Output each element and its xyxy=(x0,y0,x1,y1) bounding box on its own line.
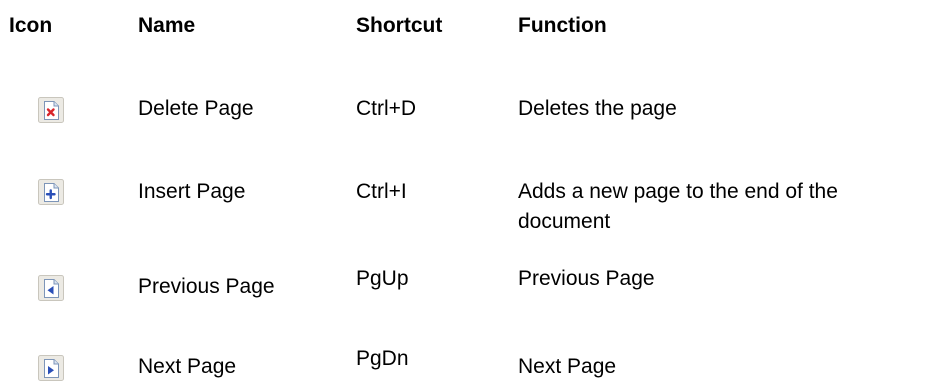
row-shortcut: Ctrl+I xyxy=(356,180,407,203)
header-name: Name xyxy=(138,14,196,37)
row-name: Delete Page xyxy=(138,97,254,120)
row-shortcut: PgDn xyxy=(356,347,409,370)
previous-page-icon xyxy=(38,275,64,301)
header-shortcut: Shortcut xyxy=(356,14,443,37)
delete-page-icon xyxy=(38,97,64,123)
insert-page-icon xyxy=(38,179,64,205)
row-shortcut: Ctrl+D xyxy=(356,97,417,120)
next-page-icon xyxy=(38,355,64,381)
row-function: Deletes the page xyxy=(518,97,677,120)
row-name: Insert Page xyxy=(138,180,246,203)
toolbar-reference-table: { "headers": { "icon": "Icon", "name": "… xyxy=(0,0,926,392)
row-function: Adds a new page to the end of the docume… xyxy=(518,180,838,233)
header-icon: Icon xyxy=(9,14,53,37)
row-shortcut: PgUp xyxy=(356,267,409,290)
row-function: Previous Page xyxy=(518,267,655,290)
row-name: Next Page xyxy=(138,355,237,378)
row-function: Next Page xyxy=(518,355,617,378)
header-function: Function xyxy=(518,14,607,37)
row-name: Previous Page xyxy=(138,275,275,298)
